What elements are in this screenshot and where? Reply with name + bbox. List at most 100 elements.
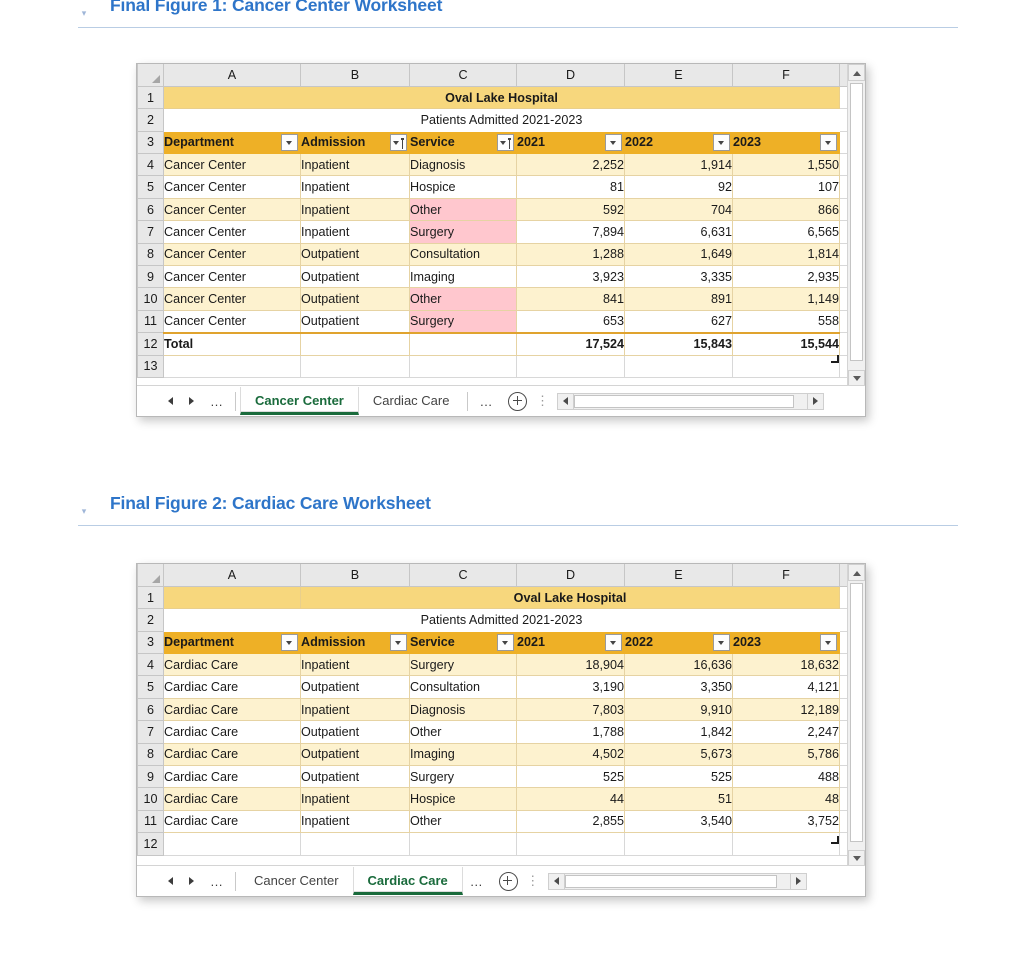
cell-service[interactable]: Diagnosis [409,153,517,177]
total-row[interactable]: 12 Total 17,524 15,843 15,544 [137,331,859,356]
table-row[interactable]: 9 Cancer Center Outpatient Imaging 3,923 3,33… [137,265,859,289]
column-header-a[interactable]: A [163,64,301,87]
tab-overflow-ellipsis-2[interactable]: … [463,874,491,889]
cell-2023[interactable]: 18,632 [732,653,840,677]
cell-admission[interactable]: Inpatient [300,220,410,244]
cell-service[interactable]: Other [409,287,517,311]
row-header-10[interactable]: 10 [137,787,164,811]
filter-dropdown-icon-2023[interactable] [820,634,837,652]
row-header-4[interactable]: 4 [137,653,164,677]
column-header-a[interactable]: A [163,564,301,587]
excel-window-cancer-center[interactable]: A B C D E F 1 Oval Lake Hospital 2 Patients Admit… [136,63,866,417]
filter-dropdown-icon-2022[interactable] [713,134,730,152]
cell-department[interactable]: Cancer Center [163,153,301,177]
cell-2022[interactable]: 16,636 [624,653,733,677]
cell-2023[interactable]: 5,786 [732,742,840,767]
hscroll-thumb-2[interactable] [564,874,777,888]
cell-2021[interactable]: 81 [516,175,625,199]
column-header-e[interactable]: E [624,564,733,587]
cell-service[interactable]: Consultation [409,242,517,267]
cell-department[interactable]: Cardiac Care [163,787,301,811]
cell-2022[interactable]: 6,631 [624,220,733,244]
prev-sheet-icon-2[interactable] [159,870,181,892]
cell-2021[interactable]: 1,788 [516,720,625,744]
cell-service[interactable]: Surgery [409,309,517,334]
row-header-5[interactable]: 5 [137,175,164,199]
cell-2023[interactable]: 3,752 [732,809,840,834]
spreadsheet-table-figure1[interactable]: A B C D E F 1 Oval Lake Hospital 2 Patients Admit… [137,64,859,378]
cell-service[interactable]: Hospice [409,787,517,811]
cell-2022[interactable]: 5,673 [624,742,733,767]
cell-service[interactable]: Imaging [409,265,517,289]
total-blank-admission[interactable] [300,331,410,356]
row-header-6[interactable]: 6 [137,697,164,722]
cell-admission[interactable]: Outpatient [300,720,410,744]
sheet-tab-cardiac-care-1[interactable]: Cardiac Care [359,387,464,415]
empty-cell[interactable] [624,354,733,378]
cell-service[interactable]: Diagnosis [409,697,517,722]
row-header-5[interactable]: 5 [137,675,164,699]
column-header-c[interactable]: C [409,564,517,587]
cell-department[interactable]: Cancer Center [163,175,301,199]
column-header-f[interactable]: F [732,564,840,587]
cell-2023[interactable]: 1,814 [732,242,840,267]
cell-admission[interactable]: Inpatient [300,697,410,722]
table-row[interactable]: 7 Cardiac Care Outpatient Other 1,788 1,842 2,… [137,720,859,744]
row-header-8[interactable]: 8 [137,242,164,267]
cell-service[interactable]: Surgery [409,765,517,789]
row-header-6[interactable]: 6 [137,197,164,222]
cell-2022[interactable]: 704 [624,197,733,222]
row-header-9[interactable]: 9 [137,765,164,789]
worksheet-title[interactable]: Oval Lake Hospital [300,585,840,610]
row-header-3[interactable]: 3 [137,630,164,655]
cell-admission[interactable]: Outpatient [300,742,410,767]
row-header-1[interactable]: 1 [137,585,164,610]
cell-service[interactable]: Other [409,197,517,222]
table-row[interactable]: 4 Cancer Center Inpatient Diagnosis 2,252 1,9… [137,153,859,177]
title-cell-a[interactable] [163,585,301,610]
cell-2022[interactable]: 9,910 [624,697,733,722]
filter-dropdown-icon-department[interactable] [281,634,298,652]
cell-2021[interactable]: 18,904 [516,653,625,677]
cell-admission[interactable]: Outpatient [300,265,410,289]
hscroll-left-button-2[interactable] [547,872,565,890]
row-header-4[interactable]: 4 [137,153,164,177]
cell-department[interactable]: Cardiac Care [163,809,301,834]
table-row[interactable]: 11 Cardiac Care Inpatient Other 2,855 3,540 3,… [137,809,859,834]
new-sheet-icon-2[interactable] [498,871,518,891]
sheet-tab-cancer-center-2[interactable]: Cancer Center [240,867,353,895]
table-row[interactable]: 8 Cardiac Care Outpatient Imaging 4,502 5,673… [137,742,859,767]
cell-admission[interactable]: Inpatient [300,653,410,677]
cell-2021[interactable]: 2,855 [516,809,625,834]
table-row[interactable]: 9 Cardiac Care Outpatient Surgery 525 525 488 [137,765,859,789]
column-header-b[interactable]: B [300,64,410,87]
hscroll-left-button-1[interactable] [557,392,575,410]
empty-cell[interactable] [300,354,410,378]
tab-options-icon-1[interactable]: ⋮ [535,394,549,407]
cell-admission[interactable]: Outpatient [300,242,410,267]
filter-dropdown-icon-2021[interactable] [605,134,622,152]
cell-2022[interactable]: 51 [624,787,733,811]
row-header-12[interactable]: 12 [137,332,164,356]
empty-cell[interactable] [300,832,410,856]
empty-row[interactable]: 12 [137,832,859,856]
cell-2022[interactable]: 3,540 [624,809,733,834]
cell-2023[interactable]: 866 [732,197,840,222]
cell-department[interactable]: Cancer Center [163,242,301,267]
sheet-tab-bar-1[interactable]: … Cancer Center Cardiac Care … ⋮ [137,385,865,416]
filter-dropdown-icon-department[interactable] [281,134,298,152]
scroll-thumb-2[interactable] [850,583,863,842]
sheet-nav-buttons-1[interactable]: … [159,390,231,412]
worksheet-grid-cardiac-care[interactable]: A B C D E F 1 Oval Lake Hospital 2 Patients Admit… [137,564,865,856]
empty-cell[interactable] [409,354,517,378]
next-sheet-icon-1[interactable] [181,390,203,412]
select-all-corner-icon[interactable] [137,564,164,587]
worksheet-subtitle[interactable]: Patients Admitted 2021-2023 [163,608,840,632]
row-header-13[interactable]: 13 [137,354,164,378]
row-header-7[interactable]: 7 [137,720,164,744]
empty-cell[interactable] [409,832,517,856]
row-header-1[interactable]: 1 [137,85,164,110]
cell-service[interactable]: Imaging [409,742,517,767]
cell-2023[interactable]: 558 [732,309,840,334]
excel-window-cardiac-care[interactable]: A B C D E F 1 Oval Lake Hospital 2 Patients Admit… [136,563,866,897]
